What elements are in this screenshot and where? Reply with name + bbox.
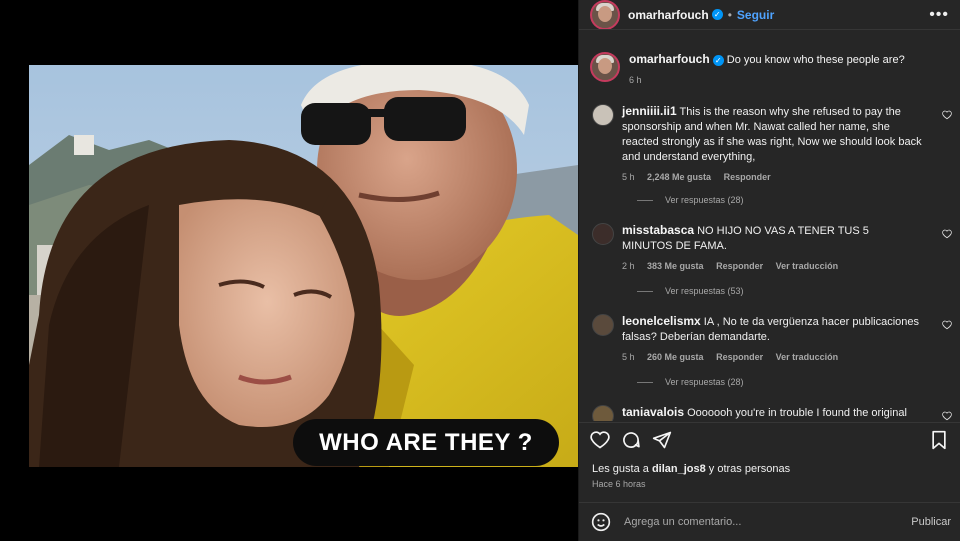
caption-text: Do you know who these people are? bbox=[726, 54, 905, 66]
comment-item: leonelcelismx IA , No te da vergüenza ha… bbox=[592, 314, 952, 365]
photo-artwork bbox=[29, 65, 578, 467]
comment-text: Ooooooh you're in trouble I found the or… bbox=[687, 407, 907, 419]
comment-heart-icon[interactable] bbox=[942, 229, 952, 239]
comment-item: misstabasca NO HIJO NO VAS A TENER TUS 5… bbox=[592, 223, 952, 274]
comment-likes[interactable]: 383 Me gusta bbox=[647, 261, 704, 271]
comment-time[interactable]: 5 h bbox=[622, 172, 635, 182]
actions-divider bbox=[579, 422, 960, 423]
comment-time[interactable]: 2 h bbox=[622, 261, 635, 271]
instagram-post-window: WHO ARE THEY ? omarharfouch ✓ • Seguir •… bbox=[0, 0, 960, 541]
commenter-avatar[interactable] bbox=[592, 223, 614, 245]
commenter-avatar[interactable] bbox=[592, 314, 614, 336]
comment-heart-icon[interactable] bbox=[942, 411, 952, 421]
caption-author-avatar[interactable] bbox=[590, 52, 620, 82]
commenter-avatar[interactable] bbox=[592, 405, 614, 421]
post-media-area: WHO ARE THEY ? bbox=[0, 0, 578, 541]
comment-composer: Agrega un comentario... Publicar bbox=[579, 502, 960, 541]
likes-summary[interactable]: Les gusta a dilan_jos8 y otras personas bbox=[592, 463, 790, 475]
view-replies-button[interactable]: Ver respuestas (28) bbox=[637, 377, 744, 387]
comment-likes[interactable]: 260 Me gusta bbox=[647, 352, 704, 362]
post-header: omarharfouch ✓ • Seguir ••• bbox=[579, 0, 960, 30]
caption-time[interactable]: 6 h bbox=[629, 73, 905, 88]
separator-dot: • bbox=[727, 7, 732, 22]
comment-meta: 5 h 2,248 Me gusta Responder bbox=[622, 170, 922, 185]
verified-badge-icon: ✓ bbox=[712, 54, 724, 66]
post-caption: omarharfouch ✓ Do you know who these peop… bbox=[590, 52, 950, 88]
commenter-username[interactable]: jenniiii.ii1 bbox=[622, 104, 677, 118]
reply-button[interactable]: Responder bbox=[716, 352, 763, 362]
translate-button[interactable]: Ver traducción bbox=[776, 261, 839, 271]
commenter-username[interactable]: leonelcelismx bbox=[622, 314, 701, 328]
comment-meta: 5 h 260 Me gusta Responder Ver traducció… bbox=[622, 350, 922, 365]
comment-meta: 2 h 383 Me gusta Responder Ver traducció… bbox=[622, 259, 922, 274]
emoji-icon[interactable] bbox=[591, 512, 611, 532]
comment-heart-icon[interactable] bbox=[942, 110, 952, 120]
header-divider bbox=[579, 29, 960, 30]
bookmark-icon[interactable] bbox=[930, 430, 948, 450]
comment-input[interactable]: Agrega un comentario... bbox=[624, 516, 741, 528]
follow-button[interactable]: Seguir bbox=[737, 8, 774, 22]
comment-item: taniavalois Ooooooh you're in trouble I … bbox=[592, 405, 952, 421]
post-photo[interactable] bbox=[29, 65, 578, 467]
action-bar bbox=[590, 430, 950, 452]
comment-item: jenniiii.ii1 This is the reason why she … bbox=[592, 104, 952, 185]
author-username[interactable]: omarharfouch bbox=[628, 8, 709, 22]
verified-badge-icon: ✓ bbox=[711, 9, 723, 20]
author-avatar[interactable] bbox=[590, 0, 620, 30]
reply-button[interactable]: Responder bbox=[716, 261, 763, 271]
liker-username[interactable]: dilan_jos8 bbox=[652, 463, 706, 475]
commenter-username[interactable]: misstabasca bbox=[622, 223, 694, 237]
commenter-avatar[interactable] bbox=[592, 104, 614, 126]
heart-icon[interactable] bbox=[590, 430, 610, 450]
post-side-panel: omarharfouch ✓ • Seguir ••• omarharfouch… bbox=[578, 0, 960, 541]
translate-button[interactable]: Ver traducción bbox=[776, 352, 839, 362]
comment-likes[interactable]: 2,248 Me gusta bbox=[647, 172, 711, 182]
comment-icon[interactable] bbox=[621, 430, 641, 450]
comment-time[interactable]: 5 h bbox=[622, 352, 635, 362]
paper-plane-icon[interactable] bbox=[652, 430, 672, 450]
reply-button[interactable]: Responder bbox=[724, 172, 771, 182]
more-horizontal-icon[interactable]: ••• bbox=[929, 6, 949, 24]
comment-heart-icon[interactable] bbox=[942, 320, 952, 330]
publish-button[interactable]: Publicar bbox=[911, 516, 951, 528]
view-replies-button[interactable]: Ver respuestas (53) bbox=[637, 286, 744, 296]
caption-username[interactable]: omarharfouch bbox=[629, 52, 710, 66]
image-caption-overlay: WHO ARE THEY ? bbox=[293, 419, 559, 466]
post-time[interactable]: Hace 6 horas bbox=[592, 479, 646, 489]
commenter-username[interactable]: taniavalois bbox=[622, 405, 684, 419]
view-replies-button[interactable]: Ver respuestas (28) bbox=[637, 195, 744, 205]
